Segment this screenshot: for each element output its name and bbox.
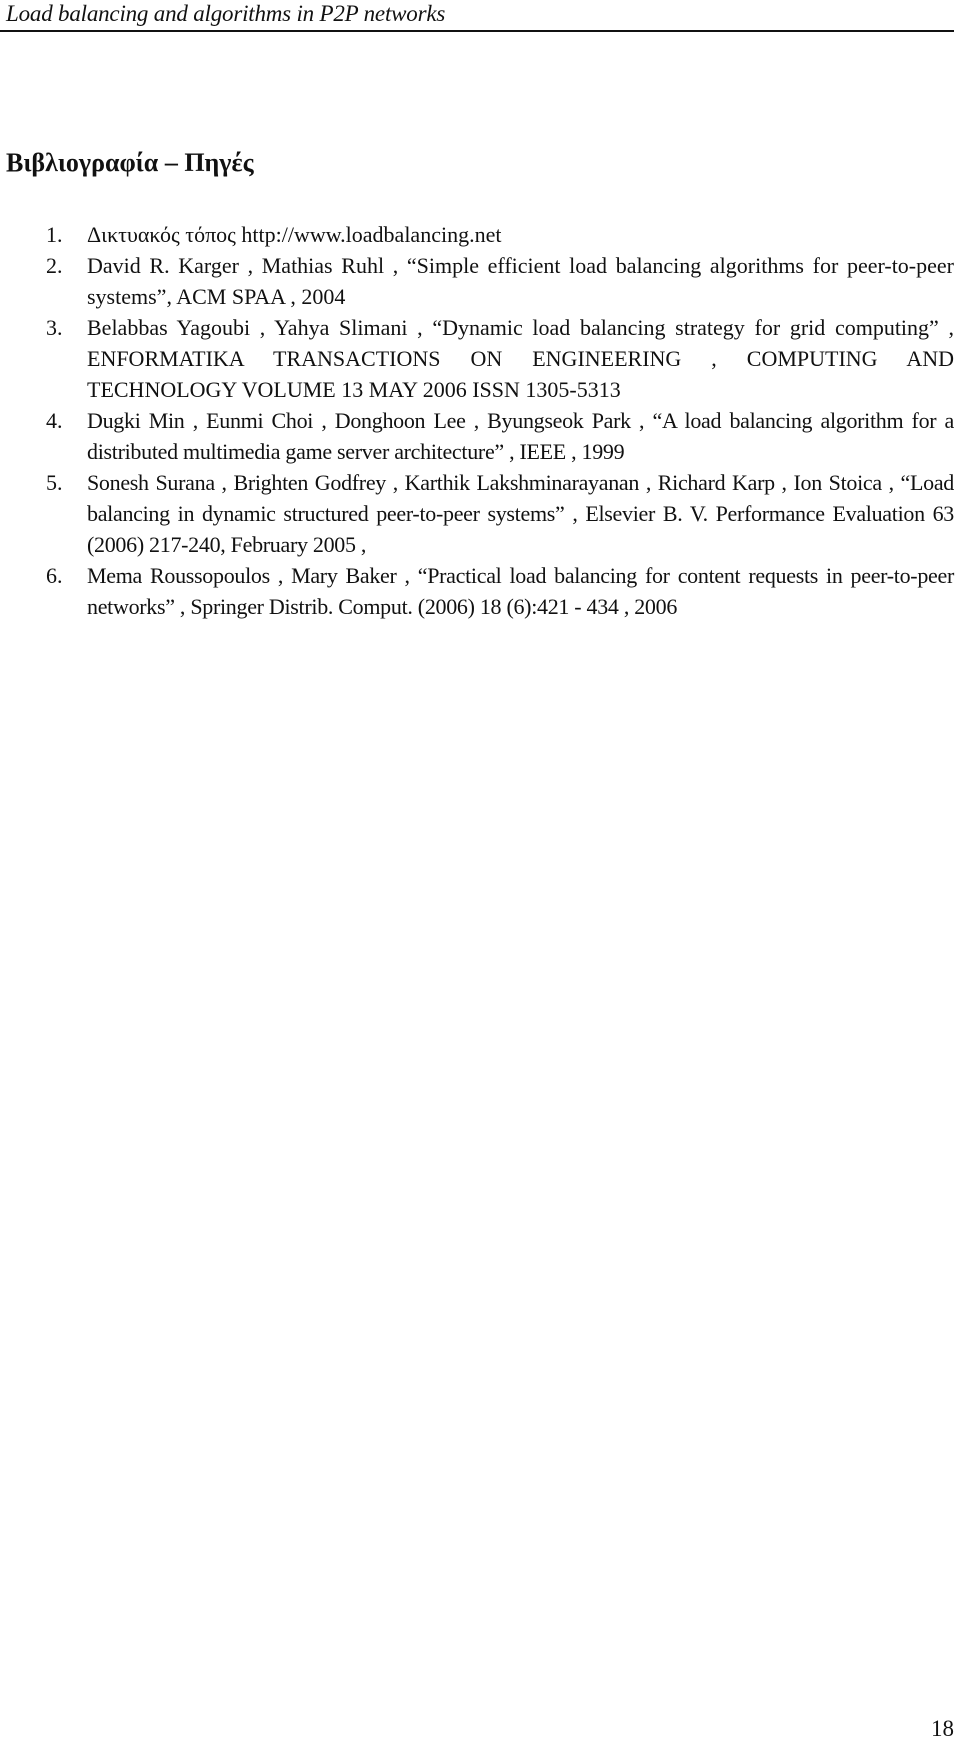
reference-text: David R. Karger , Mathias Ruhl , “Simple… bbox=[87, 253, 954, 309]
reference-number: 4. bbox=[46, 408, 63, 433]
header-rule bbox=[0, 30, 954, 32]
reference-number: 6. bbox=[46, 563, 63, 588]
reference-number: 5. bbox=[46, 470, 63, 495]
reference-number: 1. bbox=[46, 222, 63, 247]
reference-item: 1. Δικτυακός τόπος http://www.loadbalanc… bbox=[0, 219, 954, 250]
page-number: 18 bbox=[931, 1716, 954, 1741]
reference-item: 3. Belabbas Yagoubi , Yahya Slimani , “D… bbox=[0, 312, 954, 405]
reference-item: 2. David R. Karger , Mathias Ruhl , “Sim… bbox=[0, 250, 954, 312]
reference-text: Belabbas Yagoubi , Yahya Slimani , “Dyna… bbox=[87, 315, 954, 402]
reference-text: Δικτυακός τόπος http://www.loadbalancing… bbox=[87, 222, 502, 247]
reference-item: 6. Mema Roussopoulos , Mary Baker , “Pra… bbox=[0, 560, 954, 622]
reference-item: 5. Sonesh Surana , Brighten Godfrey , Ka… bbox=[0, 467, 954, 560]
reference-number: 3. bbox=[46, 315, 63, 340]
reference-item: 4. Dugki Min , Eunmi Choi , Donghoon Lee… bbox=[0, 405, 954, 467]
reference-list: 1. Δικτυακός τόπος http://www.loadbalanc… bbox=[0, 219, 954, 622]
running-header: Load balancing and algorithms in P2P net… bbox=[6, 1, 446, 26]
reference-number: 2. bbox=[46, 253, 63, 278]
reference-text: Mema Roussopoulos , Mary Baker , “Practi… bbox=[87, 563, 954, 619]
reference-text: Dugki Min , Eunmi Choi , Donghoon Lee , … bbox=[87, 408, 954, 464]
reference-text: Sonesh Surana , Brighten Godfrey , Karth… bbox=[87, 470, 954, 557]
section-title: Βιβλιογραφία – Πηγές bbox=[6, 148, 254, 177]
